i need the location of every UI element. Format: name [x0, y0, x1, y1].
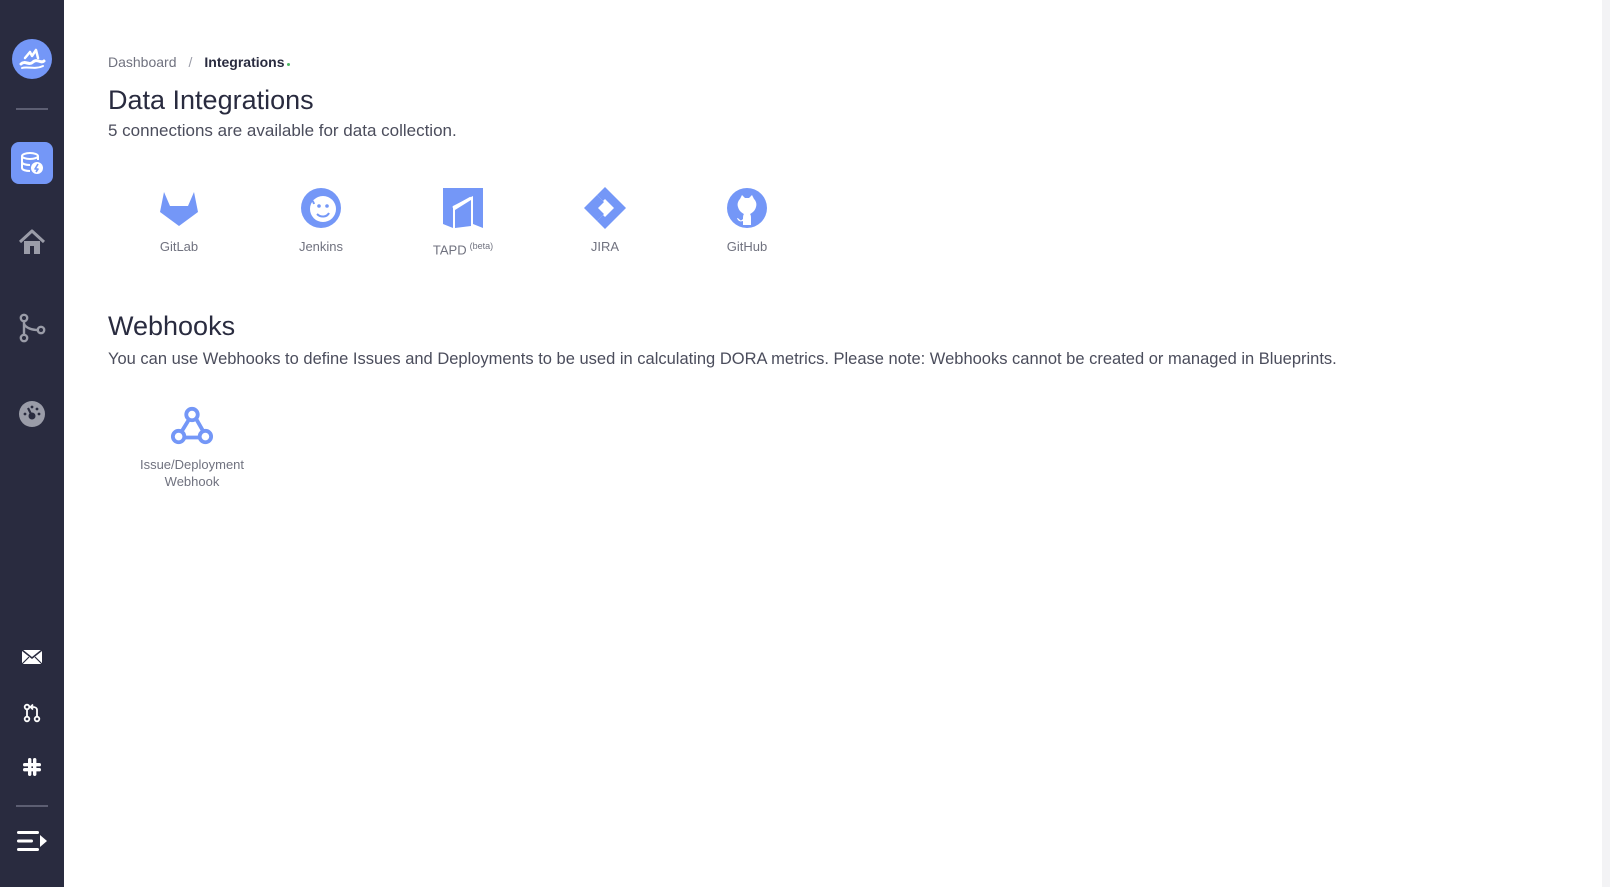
tapd-icon [441, 186, 485, 230]
integration-gitlab[interactable]: GitLab [116, 186, 242, 258]
slack-icon [22, 757, 42, 781]
integration-label: Jenkins [299, 238, 343, 255]
github-icon [725, 186, 769, 230]
scrollbar[interactable] [1602, 0, 1610, 887]
webhooks-description: You can use Webhooks to define Issues an… [108, 350, 1337, 369]
beta-badge: (beta) [469, 241, 494, 251]
breadcrumb: Dashboard / Integrations [108, 52, 1610, 72]
devlake-logo-icon [12, 39, 52, 79]
mail-icon [21, 648, 43, 670]
git-branch-icon [17, 313, 47, 347]
jenkins-icon [299, 186, 343, 230]
webhook-label: Issue/Deployment Webhook [139, 457, 245, 490]
integration-label-text: Jenkins [298, 239, 344, 254]
integration-jira[interactable]: JIRA [542, 186, 668, 258]
page-subtitle: 5 connections are available for data col… [108, 121, 457, 140]
page-title: Data Integrations [108, 85, 314, 115]
sidebar-item-pull-request[interactable] [0, 702, 64, 728]
integration-label: JIRA [590, 239, 620, 254]
integrations-list: GitLab Jenkins TAPD (beta) JIRA GitHub [116, 186, 1610, 258]
integration-label: GitHub [726, 239, 768, 254]
menu-collapse-icon [16, 829, 48, 857]
integration-label: TAPD (beta) [433, 238, 493, 258]
integration-jenkins[interactable]: Jenkins [258, 186, 384, 258]
gauge-icon [17, 399, 47, 433]
breadcrumb-status-dot [286, 62, 290, 66]
integration-tapd[interactable]: TAPD (beta) [400, 186, 526, 258]
sidebar-item-email[interactable] [0, 646, 64, 672]
webhook-icon [170, 404, 214, 448]
sidebar-divider-bottom [16, 805, 48, 807]
webhook-issue-deployment[interactable]: Issue/Deployment Webhook [130, 404, 254, 490]
sidebar-item-dashboards[interactable] [0, 398, 64, 434]
sidebar-item-connections[interactable] [0, 142, 64, 184]
webhooks-title: Webhooks [108, 311, 236, 342]
webhooks-list: Issue/Deployment Webhook [130, 404, 1610, 490]
home-icon [17, 227, 47, 261]
gitlab-icon [157, 186, 201, 230]
sidebar-item-pipelines[interactable] [0, 312, 64, 348]
integration-github[interactable]: GitHub [684, 186, 810, 258]
logo[interactable] [0, 38, 64, 80]
sidebar-collapse-button[interactable] [0, 828, 64, 858]
database-icon [11, 142, 53, 184]
main-content: Dashboard / Integrations Data Integratio… [64, 0, 1610, 887]
app-root: Dashboard / Integrations Data Integratio… [0, 0, 1610, 887]
sidebar-divider-top [16, 108, 48, 110]
integration-label: GitLab [159, 239, 199, 254]
sidebar-item-home[interactable] [0, 226, 64, 262]
breadcrumb-home[interactable]: Dashboard [108, 54, 177, 70]
pull-request-icon [22, 703, 42, 727]
breadcrumb-current: Integrations [204, 54, 285, 70]
breadcrumb-separator: / [188, 54, 193, 70]
integration-label-text: TAPD [432, 242, 467, 258]
sidebar-item-slack[interactable] [0, 756, 64, 782]
jira-icon [583, 186, 627, 230]
sidebar [0, 0, 64, 887]
